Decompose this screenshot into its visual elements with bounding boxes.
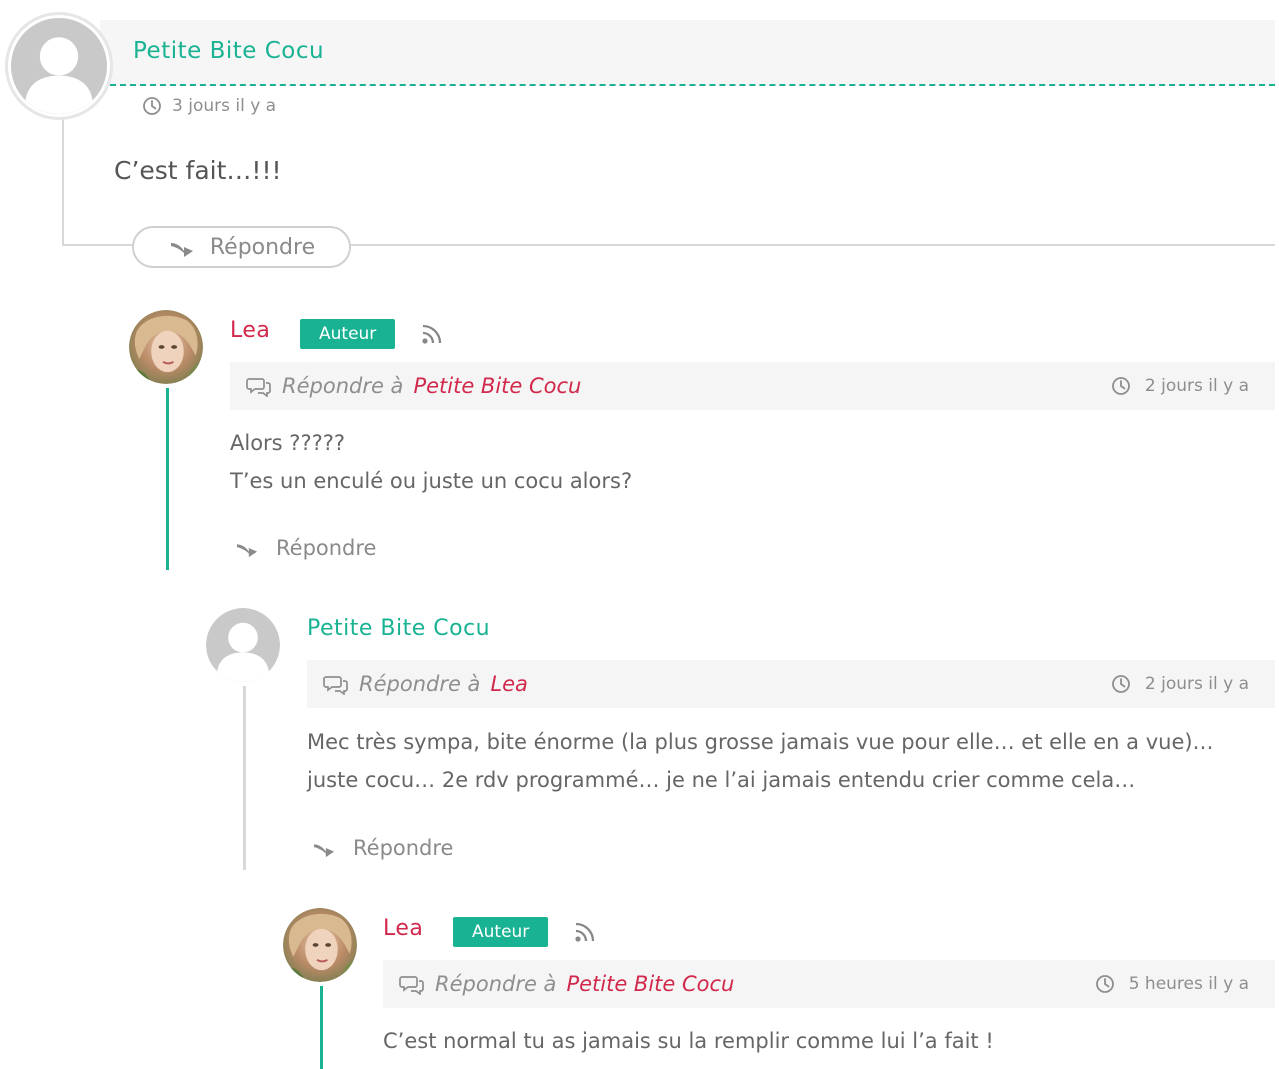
- chat-bubbles-icon: [399, 976, 424, 995]
- comment-timestamp: 2 jours il y a: [1111, 376, 1249, 396]
- reply-meta-bar: Répondre à Petite Bite Cocu 2 jours il y…: [230, 362, 1275, 410]
- rss-icon[interactable]: [574, 921, 596, 943]
- comment-body: C’est normal tu as jamais su la remplir …: [383, 1022, 994, 1060]
- default-user-avatar-icon: [206, 608, 280, 682]
- comment-author-name[interactable]: Petite Bite Cocu: [133, 38, 324, 64]
- avatar[interactable]: [129, 310, 203, 384]
- comment-text-line: juste cocu… 2e rdv programmé… je ne l’ai…: [307, 768, 1136, 792]
- clock-icon: [1095, 975, 1114, 993]
- comment-text-line: T’es un enculé ou juste un cocu alors?: [230, 469, 633, 493]
- reply-button-label: Répondre: [209, 234, 316, 260]
- timestamp-text: 2 jours il y a: [1144, 376, 1249, 396]
- avatar[interactable]: [283, 908, 357, 982]
- reply-to-prefix: Répondre à: [282, 374, 404, 398]
- comment-body: C’est fait…!!!: [114, 156, 282, 185]
- thread-line: [320, 986, 323, 1069]
- clock-icon: [143, 97, 161, 115]
- chat-bubbles-icon: [323, 676, 348, 695]
- comment-text-line: Mec très sympa, bite énorme (la plus gro…: [307, 730, 1214, 754]
- lea-photo-avatar: [283, 908, 357, 982]
- comment-text-line: C’est normal tu as jamais su la remplir …: [383, 1029, 994, 1053]
- thread-line: [243, 686, 246, 870]
- author-badge: Auteur: [453, 917, 549, 947]
- comment-timestamp: 2 jours il y a: [1111, 674, 1249, 694]
- reply-to-author-link[interactable]: Petite Bite Cocu: [566, 972, 734, 996]
- comment-author-name[interactable]: Lea: [383, 916, 423, 941]
- timestamp-text: 3 jours il y a: [172, 96, 277, 116]
- reply-button[interactable]: Répondre: [311, 836, 453, 860]
- reply-to-info: Répondre à Petite Bite Cocu: [399, 972, 734, 996]
- reply-arrow-icon: [313, 844, 335, 858]
- comment-text-line: Alors ?????: [230, 431, 346, 455]
- thread-line: [166, 388, 169, 570]
- reply-to-prefix: Répondre à: [435, 972, 557, 996]
- comment-body: Mec très sympa, bite énorme (la plus gro…: [307, 723, 1214, 799]
- comment-timestamp: 5 heures il y a: [1095, 974, 1249, 994]
- comment-timestamp: 3 jours il y a: [142, 96, 276, 116]
- reply-to-author-link[interactable]: Petite Bite Cocu: [413, 374, 581, 398]
- thread-connector-vertical: [62, 118, 64, 246]
- clock-icon: [1111, 675, 1130, 693]
- reply-to-prefix: Répondre à: [359, 672, 481, 696]
- author-badge: Auteur: [300, 319, 396, 349]
- reply-to-info: Répondre à Lea: [323, 672, 528, 696]
- reply-button[interactable]: Répondre: [132, 226, 351, 268]
- reply-button-label: Répondre: [353, 836, 454, 860]
- timestamp-text: 2 jours il y a: [1144, 674, 1249, 694]
- reply-to-author-link[interactable]: Lea: [490, 672, 528, 696]
- comment-author-name[interactable]: Petite Bite Cocu: [307, 616, 490, 641]
- chat-bubbles-icon: [246, 378, 271, 397]
- clock-icon: [1111, 377, 1130, 395]
- comment-author-name[interactable]: Lea: [230, 318, 270, 343]
- timestamp-text: 5 heures il y a: [1128, 974, 1249, 994]
- comment-body: Alors ????? T’es un enculé ou juste un c…: [230, 424, 632, 500]
- reply-meta-bar: Répondre à Petite Bite Cocu 5 heures il …: [383, 960, 1275, 1008]
- reply-arrow-icon: [170, 243, 193, 257]
- avatar[interactable]: [206, 608, 280, 682]
- comment-text-line: C’est fait…!!!: [114, 156, 282, 185]
- reply-button-label: Répondre: [276, 536, 377, 560]
- default-user-avatar-icon: [11, 18, 107, 114]
- lea-photo-avatar: [129, 310, 203, 384]
- avatar[interactable]: [5, 12, 113, 120]
- reply-button[interactable]: Répondre: [234, 536, 376, 560]
- reply-to-info: Répondre à Petite Bite Cocu: [246, 374, 581, 398]
- rss-icon[interactable]: [421, 323, 443, 345]
- reply-arrow-icon: [236, 544, 258, 558]
- reply-meta-bar: Répondre à Lea 2 jours il y a: [307, 660, 1275, 708]
